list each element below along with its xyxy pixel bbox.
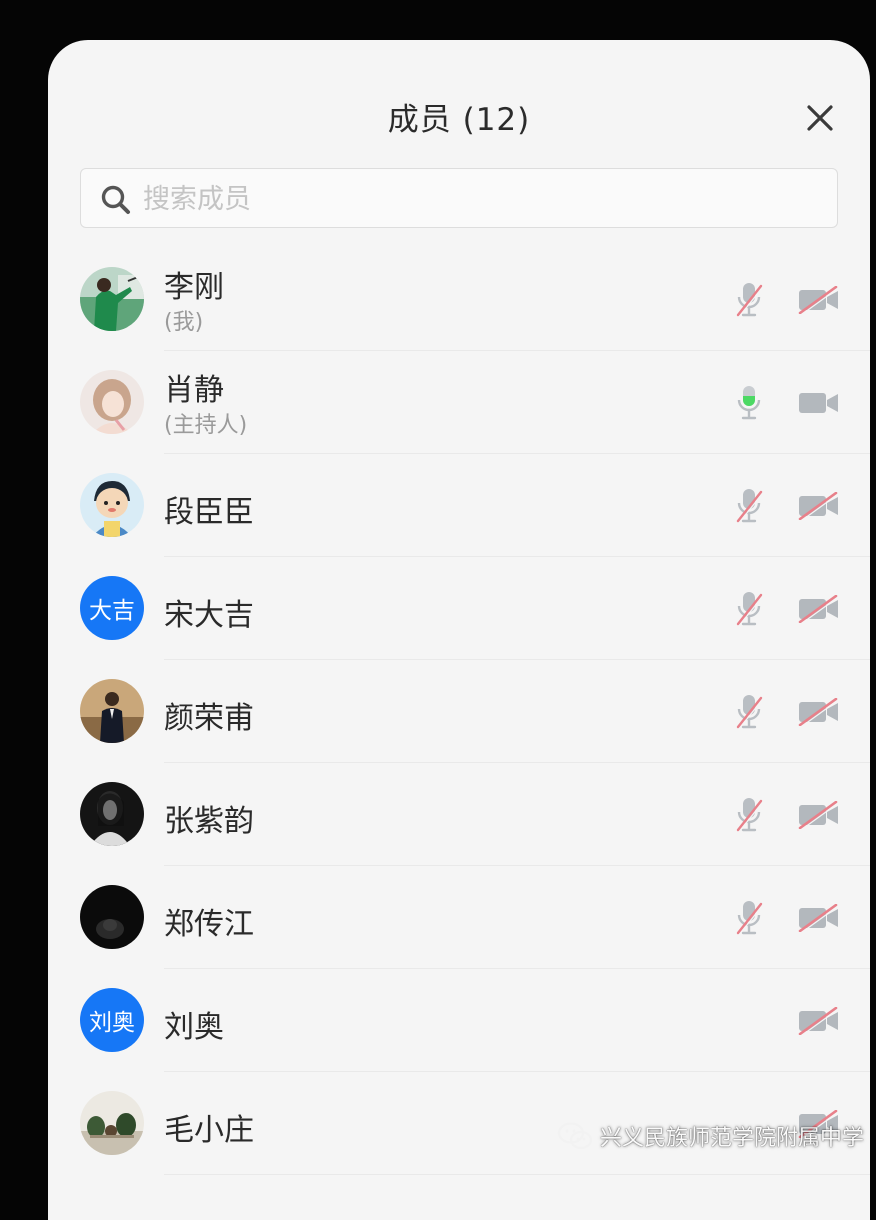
mic-muted-icon[interactable] [734, 280, 764, 320]
member-row[interactable]: 肖静 (主持人) [48, 351, 870, 454]
member-name: 刘奥 [164, 1010, 224, 1045]
member-name: 肖静 [164, 373, 224, 408]
member-name: 段臣臣 [164, 495, 254, 530]
camera-off-icon[interactable] [798, 286, 840, 314]
close-button[interactable] [800, 98, 840, 138]
member-name: 宋大吉 [164, 598, 254, 633]
camera-off-icon[interactable] [798, 492, 840, 520]
watermark-text: 兴义民族师范学院附属中学 [600, 1126, 865, 1151]
member-name: 李刚 [164, 270, 224, 305]
member-name: 张紫韵 [164, 804, 254, 839]
mic-muted-icon[interactable] [734, 795, 764, 835]
avatar: 刘奥 [80, 988, 144, 1052]
avatar [80, 370, 144, 434]
avatar-initials: 大吉 [89, 598, 135, 624]
member-row[interactable]: 段臣臣 [48, 454, 870, 557]
avatar [80, 885, 144, 949]
members-panel: 成员 (12) 李刚 (我) 肖静 (主持人) 段臣臣 [48, 40, 870, 1220]
camera-off-icon[interactable] [798, 1007, 840, 1035]
member-name: 颜荣甫 [164, 701, 254, 736]
member-row[interactable]: 郑传江 [48, 866, 870, 969]
mic-muted-icon[interactable] [734, 589, 764, 629]
member-row[interactable]: 颜荣甫 [48, 660, 870, 763]
avatar [80, 679, 144, 743]
mic-icon[interactable] [734, 383, 764, 423]
member-list: 李刚 (我) 肖静 (主持人) 段臣臣 大吉 宋大吉 颜荣甫 张紫韵 郑传江 刘… [48, 248, 870, 1175]
mic-muted-icon[interactable] [734, 486, 764, 526]
member-name: 毛小庄 [164, 1113, 254, 1148]
member-row[interactable]: 刘奥 刘奥 [48, 969, 870, 1072]
member-row[interactable]: 张紫韵 [48, 763, 870, 866]
camera-off-icon[interactable] [798, 801, 840, 829]
avatar: 大吉 [80, 576, 144, 640]
member-role: (主持人) [164, 413, 248, 438]
row-divider [164, 1174, 870, 1175]
camera-off-icon[interactable] [798, 595, 840, 623]
mic-muted-icon[interactable] [734, 898, 764, 938]
panel-header: 成员 (12) [48, 40, 870, 180]
member-name: 郑传江 [164, 907, 254, 942]
member-row[interactable]: 大吉 宋大吉 [48, 557, 870, 660]
search-input[interactable] [141, 169, 825, 229]
close-icon [807, 105, 833, 131]
avatar [80, 782, 144, 846]
panel-title: 成员 (12) [387, 102, 531, 138]
camera-off-icon[interactable] [798, 904, 840, 932]
avatar [80, 473, 144, 537]
camera-icon[interactable] [798, 389, 840, 417]
wechat-icon [557, 1122, 593, 1150]
avatar [80, 267, 144, 331]
watermark: 兴义民族师范学院附属中学 [556, 1116, 864, 1156]
search-box[interactable] [80, 168, 838, 229]
member-role: (我) [164, 310, 204, 335]
search-icon [101, 185, 130, 214]
avatar-initials: 刘奥 [89, 1010, 135, 1036]
mic-muted-icon[interactable] [734, 692, 764, 732]
member-row[interactable]: 李刚 (我) [48, 248, 870, 351]
avatar [80, 1091, 144, 1155]
camera-off-icon[interactable] [798, 698, 840, 726]
